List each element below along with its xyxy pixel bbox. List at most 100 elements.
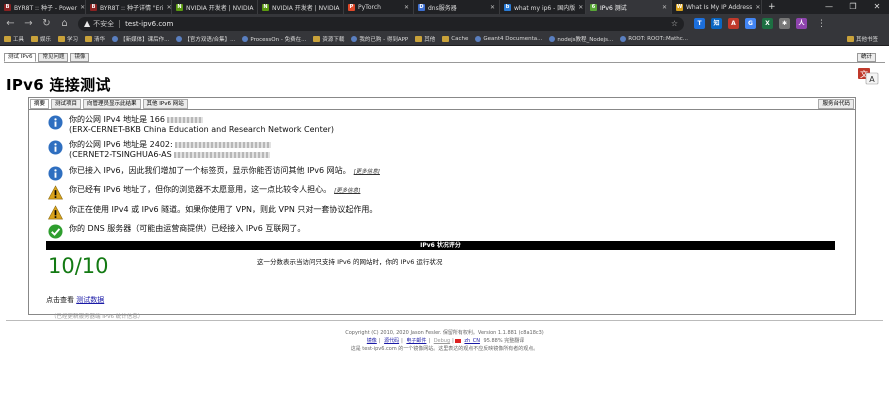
bookmark-label: 学习 — [67, 37, 79, 43]
tab-title: BYR8T :: 种子详情 "Eri — [100, 4, 164, 12]
tab-share-results[interactable]: 向管理员显示此结果 — [83, 99, 141, 109]
footer-link-debug[interactable]: Debug — [434, 338, 450, 344]
ext-zhihu-icon[interactable]: 知 — [711, 18, 722, 29]
tab-summary[interactable]: 摘要 — [30, 99, 50, 109]
browser-tab[interactable]: Ddns服务器 ✕ — [414, 0, 500, 14]
url-text[interactable]: test-ipv6.com — [125, 20, 173, 28]
divider — [6, 320, 883, 321]
more-info-link[interactable]: [更多信息] — [354, 169, 380, 175]
favicon-icon: N — [262, 3, 269, 11]
ext-tencent-icon[interactable]: T — [694, 18, 705, 29]
page-title: IPv6 连接测试 — [6, 76, 111, 94]
footer-link-email[interactable]: 电子邮件 — [406, 338, 426, 344]
close-tab-icon[interactable]: ✕ — [487, 4, 495, 11]
bookmark-item[interactable]: 【官方双语/合集】... — [176, 35, 235, 43]
bookmarks-bar: 工具 娱乐 学习 清华 【新媒体】课后作... 【官方双语/合集】... ProcessOn… — [0, 33, 889, 46]
bookmark-label: ProcessOn - 免费在... — [250, 37, 307, 43]
forward-button[interactable]: → — [21, 16, 36, 31]
other-bookmarks[interactable]: 其他书签 — [846, 35, 878, 43]
result-dns-ipv6: 你的 DNS 服务器（可能由运营商提供）已经接入 IPv6 互联网了。 — [48, 224, 305, 239]
ext-puzzle-icon[interactable]: ✱ — [779, 18, 790, 29]
close-tab-icon[interactable]: ✕ — [401, 4, 409, 11]
site-icon — [475, 36, 482, 42]
bookmark-item[interactable]: ProcessOn - 免费在... — [242, 35, 306, 43]
insecure-label: 不安全 — [93, 19, 115, 28]
ext-profile-icon[interactable]: 人 — [796, 18, 807, 29]
star-icon[interactable]: ☆ — [671, 19, 678, 28]
bookmark-item[interactable]: nodejs教程_Nodejs... — [549, 35, 613, 43]
bookmark-item[interactable]: 资源下载 — [313, 35, 344, 43]
folder-icon — [31, 36, 39, 42]
close-tab-icon[interactable]: ✕ — [575, 4, 583, 11]
tab-faq[interactable]: 常见问题 — [38, 53, 69, 62]
browser-tab[interactable]: B BYR8T :: 种子 - Power ✕ — [0, 0, 86, 14]
footer-link-source[interactable]: 源代码 — [384, 338, 399, 344]
bookmark-label: 娱乐 — [40, 37, 52, 43]
more-info-link[interactable]: [更多信息] — [334, 188, 360, 194]
bookmark-item[interactable]: 工具 — [4, 35, 24, 43]
close-tab-icon[interactable]: ✕ — [77, 4, 85, 11]
close-tab-icon[interactable]: ✕ — [752, 4, 760, 11]
bookmark-item[interactable]: 清华 — [85, 35, 105, 43]
result-text: 你已接入 IPv6，因此我们增加了一个标签页，显示你能否访问其他 IPv6 网站… — [69, 166, 351, 175]
maximize-button[interactable]: ❐ — [841, 0, 865, 14]
minimize-button[interactable]: — — [817, 0, 841, 14]
back-button[interactable]: ← — [3, 16, 18, 31]
ext-translate-icon[interactable]: G — [745, 18, 756, 29]
bookmark-item[interactable]: ROOT: ROOT::Mathc... — [620, 36, 688, 42]
new-tab-button[interactable]: + — [762, 2, 782, 12]
result-text: 你的 DNS 服务器（可能由运营商提供）已经接入 IPv6 互联网了。 — [69, 224, 306, 233]
bookmark-item[interactable]: 【新媒体】课后作... — [112, 35, 169, 43]
result-tunnel-vpn: 你正在使用 IPv4 或 IPv6 隧道。如果你使用了 VPN，则此 VPN 只… — [48, 205, 377, 220]
bookmark-item[interactable]: 我的已购 - 得到APP — [351, 35, 408, 43]
results-panel: 摘要 测试项目 向管理员显示此结果 其他 IPv6 网站 服务台代码 你的公网 … — [28, 97, 856, 315]
bookmark-item[interactable]: 其他 — [415, 35, 435, 43]
tab-mirrors[interactable]: 镜像 — [70, 53, 90, 62]
home-button[interactable]: ⌂ — [57, 16, 72, 31]
favicon-icon: N — [176, 3, 183, 11]
folder-icon — [313, 36, 321, 42]
favicon-icon: W — [676, 3, 683, 11]
test-data-link[interactable]: 测试数据 — [76, 296, 104, 304]
tab-title: NVIDIA 开发者 | NVIDIA — [186, 4, 254, 12]
close-tab-icon[interactable]: ✕ — [164, 4, 171, 11]
tab-other-ipv6-sites[interactable]: 其他 IPv6 网站 — [142, 99, 188, 109]
result-subtext: (ERX-CERNET-BKB China Education and Rese… — [69, 125, 335, 134]
redacted-text — [166, 116, 203, 123]
footer-link-mirrors[interactable]: 镜像 — [367, 338, 377, 344]
tab-helpdesk-code[interactable]: 服务台代码 — [818, 99, 854, 109]
bookmark-label: nodejs教程_Nodejs... — [557, 37, 614, 43]
ext-excel-icon[interactable]: X — [762, 18, 773, 29]
browser-tab[interactable]: P PyTorch ✕ — [344, 0, 414, 14]
extension-bar: T 知 A G X ✱ 人 ⋮ — [694, 18, 826, 29]
page-content: 测试 IPv6 常见问题 镜像 统计 IPv6 连接测试 文 A 摘要 测试项目… — [0, 47, 889, 400]
close-window-button[interactable]: ✕ — [865, 0, 889, 14]
folder-icon — [415, 36, 423, 42]
bookmark-item[interactable]: Cache — [442, 36, 468, 42]
tab-tests-run[interactable]: 测试项目 — [51, 99, 82, 109]
browser-tab[interactable]: B BYR8T :: 种子详情 "Eri ✕ — [86, 0, 172, 14]
footer-link-locale[interactable]: zh_CN — [464, 338, 480, 344]
browser-menu-icon[interactable]: ⋮ — [817, 19, 826, 29]
ext-adblock-icon[interactable]: A — [728, 18, 739, 29]
info-icon — [48, 115, 63, 130]
tab-test-ipv6[interactable]: 测试 IPv6 — [4, 53, 37, 62]
address-bar[interactable]: ▲ 不安全 test-ipv6.com ☆ — [78, 16, 684, 31]
bookmark-item[interactable]: 学习 — [58, 35, 78, 43]
bookmark-item[interactable]: 娱乐 — [31, 35, 51, 43]
bookmark-item[interactable]: Geant4 Documenta... — [475, 36, 542, 42]
close-tab-icon[interactable]: ✕ — [659, 4, 667, 11]
browser-tab[interactable]: b what my ip6 - 国内版 ✕ — [500, 0, 586, 14]
translate-icon[interactable]: 文 A — [857, 67, 879, 85]
browser-tab[interactable]: NNVIDIA 开发者 | NVIDIA✕ — [172, 0, 258, 14]
warning-icon — [48, 205, 63, 220]
bookmark-label: 我的已购 - 得到APP — [359, 37, 409, 43]
browser-tab[interactable]: W What Is My IP Address ✕ — [672, 0, 762, 14]
browser-tab[interactable]: NNVIDIA 开发者 | NVIDIA✕ — [258, 0, 344, 14]
stats-button[interactable]: 统计 — [856, 53, 876, 62]
bookmark-label: 其他书签 — [855, 37, 878, 43]
tab-title: PyTorch — [358, 3, 381, 11]
site-icon — [112, 36, 119, 42]
browser-tab[interactable]: 6 IPv6 测试 ✕ — [586, 0, 672, 14]
reload-button[interactable]: ↻ — [39, 16, 54, 31]
